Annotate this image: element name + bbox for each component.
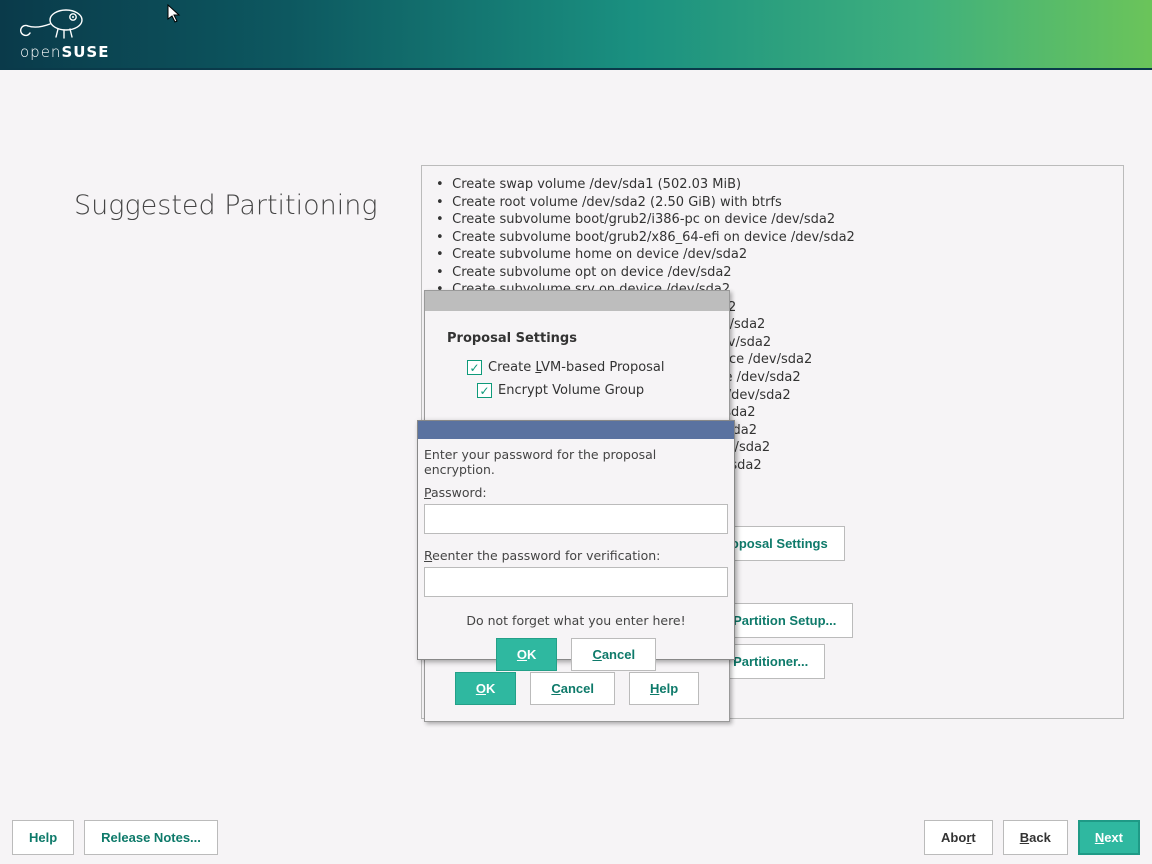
password-note: Do not forget what you enter here! [424,613,728,628]
lvm-checkbox-label: Create LVM-based Proposal [488,360,665,375]
encryption-password-dialog: Enter your password for the proposal enc… [417,420,735,660]
password-label: Password: [424,485,728,500]
password-ok-button[interactable]: OK [496,638,558,671]
page-title: Suggested Partitioning [74,190,378,221]
partition-item: • Create subvolume home on device /dev/s… [436,246,1109,264]
footer-help-button[interactable]: Help [12,820,74,855]
proposal-dialog-titlebar[interactable] [425,291,729,311]
header-bar: openSUSE [0,0,1152,70]
footer-bar: Help Release Notes... Abort Back Next [0,810,1152,864]
footer-back-button[interactable]: Back [1003,820,1068,855]
encrypt-checkbox-row[interactable]: ✓ Encrypt Volume Group [477,383,709,398]
footer-abort-button[interactable]: Abort [924,820,993,855]
content-area: Suggested Partitioning • Create swap vol… [0,72,1152,864]
reenter-password-input[interactable] [424,567,728,597]
encrypt-checkbox[interactable]: ✓ [477,383,492,398]
partition-item: • Create swap volume /dev/sda1 (502.03 M… [436,176,1109,194]
proposal-heading: Proposal Settings [447,331,709,346]
password-dialog-titlebar[interactable] [418,421,734,439]
lvm-checkbox-row[interactable]: ✓ Create LVM-based Proposal [467,360,709,375]
lvm-checkbox[interactable]: ✓ [467,360,482,375]
password-input[interactable] [424,504,728,534]
partition-item: • Create subvolume boot/grub2/i386-pc on… [436,211,1109,229]
reenter-password-label: Reenter the password for verification: [424,548,728,563]
brand-text: openSUSE [20,43,109,61]
partition-item: • Create subvolume boot/grub2/x86_64-efi… [436,229,1109,247]
footer-release-notes-button[interactable]: Release Notes... [84,820,218,855]
encrypt-checkbox-label: Encrypt Volume Group [498,383,644,398]
password-instruction: Enter your password for the proposal enc… [424,447,728,477]
password-cancel-button[interactable]: Cancel [571,638,656,671]
partition-item: • Create subvolume opt on device /dev/sd… [436,264,1109,282]
chameleon-icon [20,7,90,41]
footer-next-button[interactable]: Next [1078,820,1140,855]
brand-logo: openSUSE [20,7,109,61]
partition-item: • Create root volume /dev/sda2 (2.50 GiB… [436,194,1109,212]
